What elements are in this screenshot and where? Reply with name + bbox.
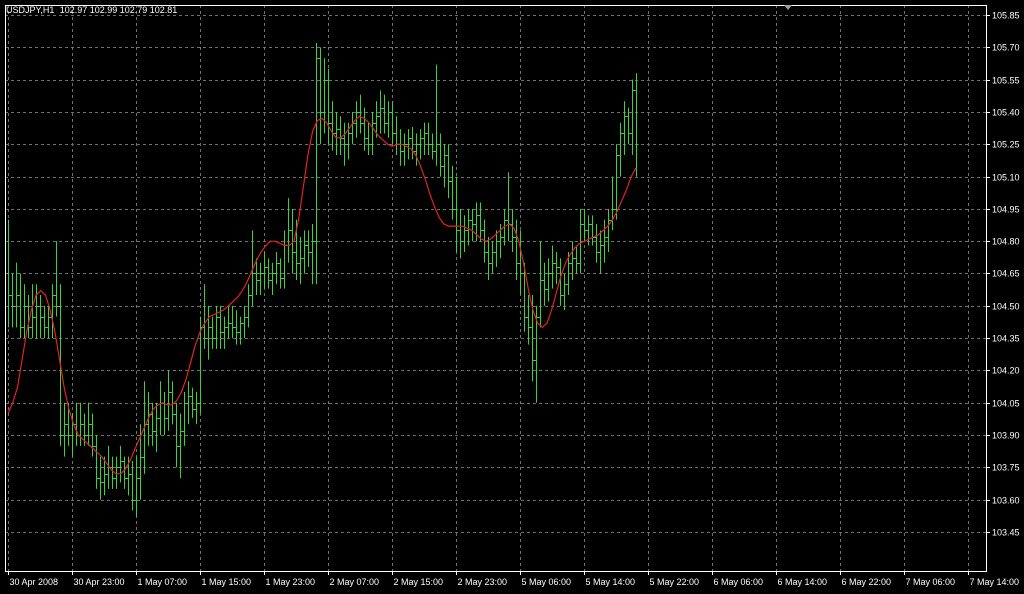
y-tick-label: 103.60 [992, 496, 1020, 506]
chart-window: 105.85 105.70 105.55 105.40 105.25 105.10 104.… [0, 0, 1024, 594]
x-tick-label: 5 May 06:00 [522, 577, 572, 587]
x-tick-label: 2 May 07:00 [330, 577, 380, 587]
y-tick-label: 103.45 [992, 528, 1020, 538]
x-tick-label: 6 May 06:00 [714, 577, 764, 587]
y-tick-label: 103.75 [992, 463, 1020, 473]
x-tick-label: 1 May 15:00 [202, 577, 252, 587]
x-tick-label: 5 May 22:00 [650, 577, 700, 587]
x-tick-label: 2 May 15:00 [394, 577, 444, 587]
ohlc-readout: 102.97 102.99 102.79 102.81 [60, 5, 178, 15]
x-tick-label: 7 May 14:00 [970, 577, 1020, 587]
y-tick-label: 105.10 [992, 173, 1020, 183]
x-tick-label: 1 May 23:00 [266, 577, 316, 587]
x-tick-label: 6 May 14:00 [778, 577, 828, 587]
price-chart: 105.85 105.70 105.55 105.40 105.25 105.10 104.… [0, 0, 1024, 594]
x-tick-label: 30 Apr 23:00 [74, 577, 125, 587]
symbol-label: USDJPY,H1 [6, 5, 54, 15]
x-tick-label: 7 May 06:00 [906, 577, 956, 587]
x-tick-label: 5 May 14:00 [586, 577, 636, 587]
y-tick-label: 104.65 [992, 269, 1020, 279]
y-tick-label: 104.95 [992, 205, 1020, 215]
y-tick-label: 104.20 [992, 366, 1020, 376]
y-tick-label: 105.40 [992, 108, 1020, 118]
x-tick-label: 6 May 22:00 [842, 577, 892, 587]
y-tick-label: 105.25 [992, 140, 1020, 150]
x-tick-label: 2 May 23:00 [458, 577, 508, 587]
chart-background [0, 0, 1024, 594]
chart-title: USDJPY,H1 102.97 102.99 102.79 102.81 [6, 5, 177, 15]
x-tick-label: 1 May 07:00 [138, 577, 188, 587]
y-tick-label: 104.50 [992, 302, 1020, 312]
y-tick-label: 105.70 [992, 43, 1020, 53]
y-tick-label: 105.55 [992, 76, 1020, 86]
y-tick-label: 104.35 [992, 334, 1020, 344]
y-tick-label: 104.80 [992, 237, 1020, 247]
x-tick-label: 30 Apr 2008 [10, 577, 59, 587]
y-tick-label: 103.90 [992, 431, 1020, 441]
y-tick-label: 105.85 [992, 11, 1020, 21]
y-tick-label: 104.05 [992, 399, 1020, 409]
